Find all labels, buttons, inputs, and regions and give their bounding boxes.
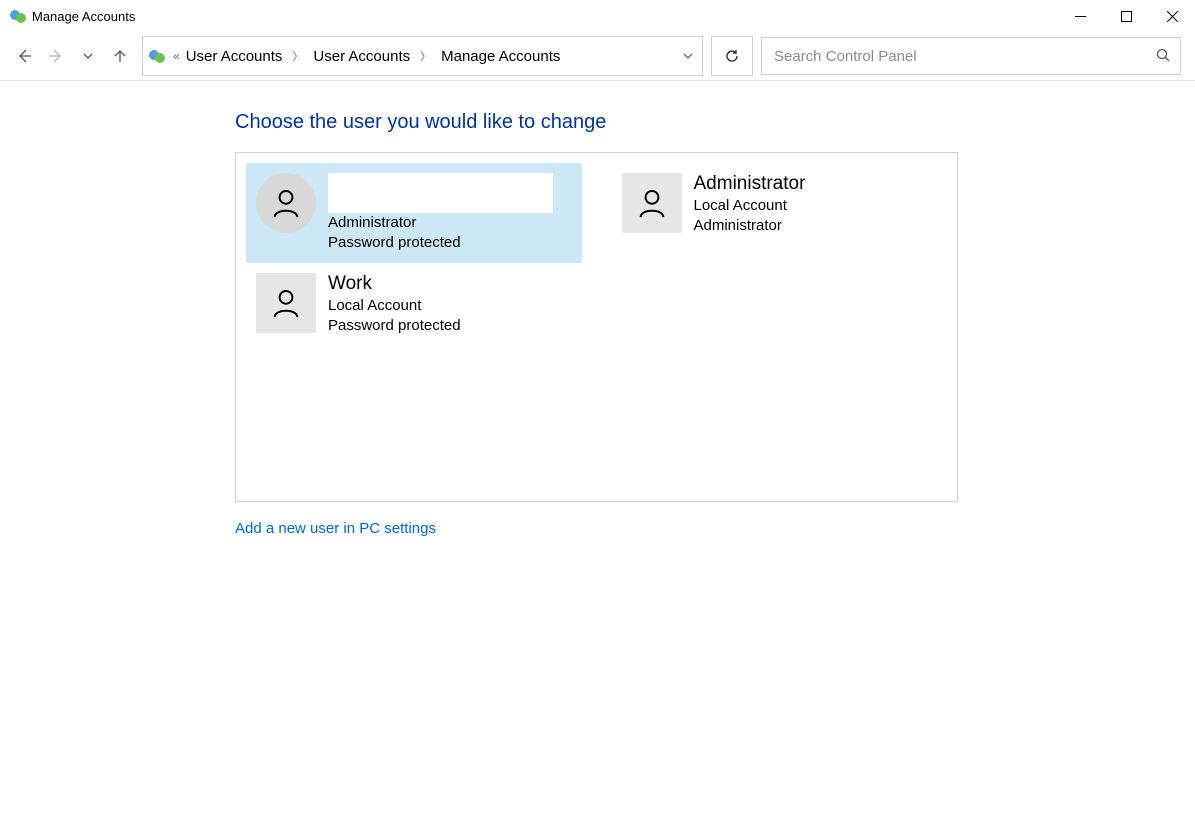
- breadcrumb: User Accounts 〉 User Accounts 〉 Manage A…: [182, 48, 674, 65]
- chevron-right-icon[interactable]: 〉: [288, 48, 307, 64]
- refresh-icon: [724, 48, 740, 64]
- avatar: [622, 173, 682, 233]
- account-name: Work: [328, 273, 461, 296]
- close-button[interactable]: [1149, 0, 1195, 32]
- window-controls: [1057, 0, 1195, 32]
- arrow-right-icon: [47, 47, 65, 65]
- breadcrumb-seg-1[interactable]: User Accounts: [182, 48, 287, 65]
- accounts-grid: Administrator Password protected Adminis…: [235, 152, 958, 502]
- refresh-button[interactable]: [711, 36, 753, 76]
- account-role: Administrator: [694, 216, 806, 236]
- forward-button[interactable]: [46, 46, 66, 66]
- person-icon: [269, 286, 303, 320]
- search-input[interactable]: [772, 47, 1156, 66]
- avatar: [256, 273, 316, 333]
- person-icon: [269, 186, 303, 220]
- page-heading: Choose the user you would like to change: [235, 111, 1195, 134]
- search-icon[interactable]: [1156, 48, 1170, 65]
- minimize-icon: [1075, 11, 1086, 22]
- chevron-right-icon[interactable]: 〉: [416, 48, 435, 64]
- maximize-icon: [1121, 11, 1132, 22]
- account-status: Password protected: [328, 316, 461, 336]
- user-accounts-icon: [149, 48, 165, 64]
- address-bar[interactable]: « User Accounts 〉 User Accounts 〉 Manage…: [142, 36, 703, 76]
- content: Choose the user you would like to change…: [0, 81, 1195, 537]
- titlebar: Manage Accounts: [0, 0, 1195, 32]
- chevron-double-left-icon: «: [171, 49, 182, 63]
- account-type: Local Account: [328, 296, 461, 316]
- close-icon: [1167, 11, 1178, 22]
- person-icon: [635, 186, 669, 220]
- avatar: [256, 173, 316, 233]
- arrow-left-icon: [15, 47, 33, 65]
- account-name: Administrator: [694, 173, 806, 196]
- chevron-down-icon: [82, 50, 94, 62]
- up-button[interactable]: [110, 46, 130, 66]
- user-accounts-icon: [10, 8, 26, 24]
- breadcrumb-seg-3[interactable]: Manage Accounts: [437, 48, 564, 65]
- chevron-down-icon: [682, 50, 694, 62]
- back-button[interactable]: [14, 46, 34, 66]
- account-role: Administrator: [328, 213, 553, 233]
- account-tile-work[interactable]: Work Local Account Password protected: [246, 263, 582, 363]
- minimize-button[interactable]: [1057, 0, 1103, 32]
- maximize-button[interactable]: [1103, 0, 1149, 32]
- breadcrumb-seg-2[interactable]: User Accounts: [309, 48, 414, 65]
- nav-row: « User Accounts 〉 User Accounts 〉 Manage…: [0, 32, 1195, 81]
- account-tile-administrator[interactable]: Administrator Local Account Administrato…: [612, 163, 948, 263]
- search-box[interactable]: [761, 37, 1181, 75]
- account-type: Local Account: [694, 196, 806, 216]
- window-title: Manage Accounts: [32, 9, 135, 24]
- account-tile-current[interactable]: Administrator Password protected: [246, 163, 582, 263]
- add-user-link[interactable]: Add a new user in PC settings: [235, 520, 1195, 537]
- account-name: [328, 173, 553, 213]
- recent-locations-button[interactable]: [78, 46, 98, 66]
- address-dropdown-button[interactable]: [674, 50, 702, 62]
- arrow-up-icon: [112, 48, 128, 64]
- account-status: Password protected: [328, 233, 553, 253]
